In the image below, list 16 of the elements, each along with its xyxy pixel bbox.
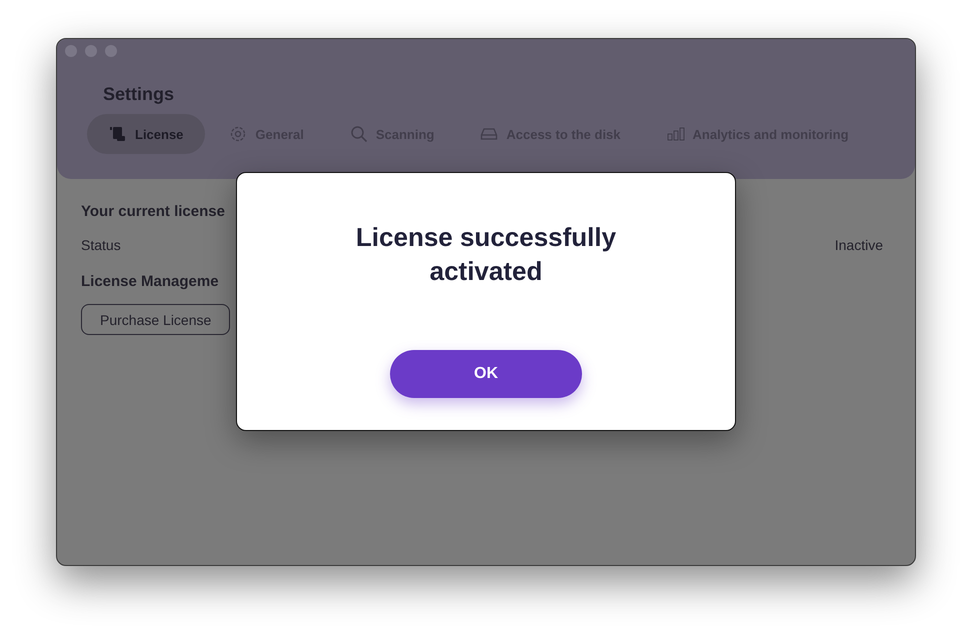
status-value: Inactive — [834, 237, 883, 253]
close-button[interactable] — [65, 45, 77, 57]
dialog-title: License successfully activated — [354, 221, 618, 288]
settings-icon — [229, 125, 248, 143]
scroll-icon — [109, 125, 127, 143]
purchase-license-button[interactable]: Purchase License — [81, 304, 230, 335]
ok-button[interactable]: OK — [390, 350, 582, 398]
window-title: Settings — [103, 84, 176, 105]
section-heading: Your current license — [81, 203, 226, 220]
bar-chart-icon — [666, 125, 685, 143]
tab[interactable]: License — [87, 114, 206, 154]
search-icon — [350, 125, 368, 143]
section-heading: License Manageme — [81, 273, 220, 290]
status-label: Status — [81, 237, 121, 253]
minimize-button[interactable] — [85, 45, 97, 57]
zoom-button[interactable] — [105, 45, 117, 57]
